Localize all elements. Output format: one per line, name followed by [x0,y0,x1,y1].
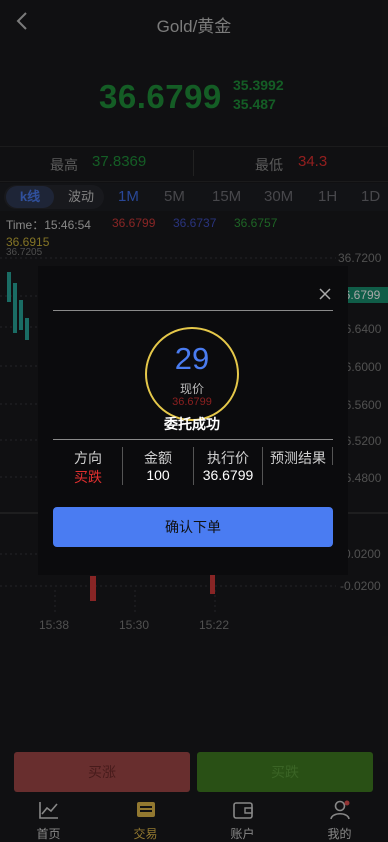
direction-value: 买跌 [74,469,102,485]
confirm-order-button[interactable]: 确认下单 [53,507,333,547]
exec-price-header: 执行价 [207,450,249,466]
modal-divider [53,439,333,440]
amount-value: 100 [146,467,170,483]
modal-divider [53,310,333,311]
amount-header: 金额 [144,450,172,466]
direction-header: 方向 [74,450,102,466]
close-icon[interactable] [318,287,332,301]
countdown-value: 29 [174,341,210,376]
order-status: 委托成功 [164,416,220,432]
exec-price-value: 36.6799 [202,467,254,483]
current-price-label: 现价 [179,382,204,396]
prediction-header: 预测结果 [270,450,326,466]
current-price-value: 36.6799 [172,396,212,408]
column-separator [332,447,333,465]
